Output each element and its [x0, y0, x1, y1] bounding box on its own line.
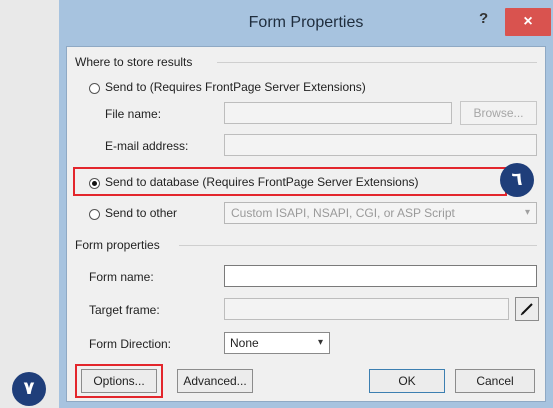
advanced-button[interactable]: Advanced... — [177, 369, 253, 393]
dialog-body: Where to store results Send to (Requires… — [66, 46, 546, 402]
form-group-label: Form properties — [75, 238, 160, 252]
other-script-combo[interactable]: Custom ISAPI, NSAPI, CGI, or ASP Script … — [224, 202, 537, 224]
form-name-label: Form name: — [89, 270, 154, 284]
highlight-options — [75, 364, 163, 398]
target-frame-label: Target frame: — [89, 303, 160, 317]
form-direction-label: Form Direction: — [89, 337, 172, 351]
send-to-radio[interactable] — [89, 83, 100, 94]
browse-button[interactable]: Browse... — [460, 101, 537, 125]
group-divider — [179, 245, 537, 246]
form-name-field[interactable] — [224, 265, 537, 287]
send-to-label: Send to (Requires FrontPage Server Exten… — [105, 80, 366, 94]
form-properties-dialog: Form Properties ? × Where to store resul… — [59, 0, 553, 408]
form-direction-value: None — [230, 336, 259, 350]
group-divider — [217, 62, 537, 63]
title-bar: Form Properties ? × — [59, 0, 553, 46]
file-name-label: File name: — [105, 107, 162, 121]
callout-badge-seven: ٧ — [12, 372, 46, 406]
store-group-label: Where to store results — [75, 55, 193, 69]
help-button[interactable]: ? — [479, 10, 488, 27]
file-name-field[interactable] — [224, 102, 452, 124]
form-direction-combo[interactable]: None ▾ — [224, 332, 330, 354]
send-to-other-radio[interactable] — [89, 209, 100, 220]
target-frame-picker[interactable] — [515, 297, 539, 321]
other-script-value: Custom ISAPI, NSAPI, CGI, or ASP Script — [231, 206, 455, 220]
target-frame-field[interactable] — [224, 298, 509, 320]
email-field[interactable] — [224, 134, 537, 156]
background-strip — [0, 0, 59, 408]
email-label: E-mail address: — [105, 139, 189, 153]
highlight-send-to-database — [73, 167, 507, 196]
callout-badge-six: ٦ — [500, 163, 534, 197]
cancel-button[interactable]: Cancel — [455, 369, 535, 393]
close-button[interactable]: × — [505, 8, 551, 36]
ok-button[interactable]: OK — [369, 369, 445, 393]
chevron-down-icon: ▾ — [524, 207, 530, 218]
send-to-other-label: Send to other — [105, 206, 178, 220]
chevron-down-icon: ▾ — [317, 337, 323, 348]
pencil-icon — [520, 303, 533, 316]
